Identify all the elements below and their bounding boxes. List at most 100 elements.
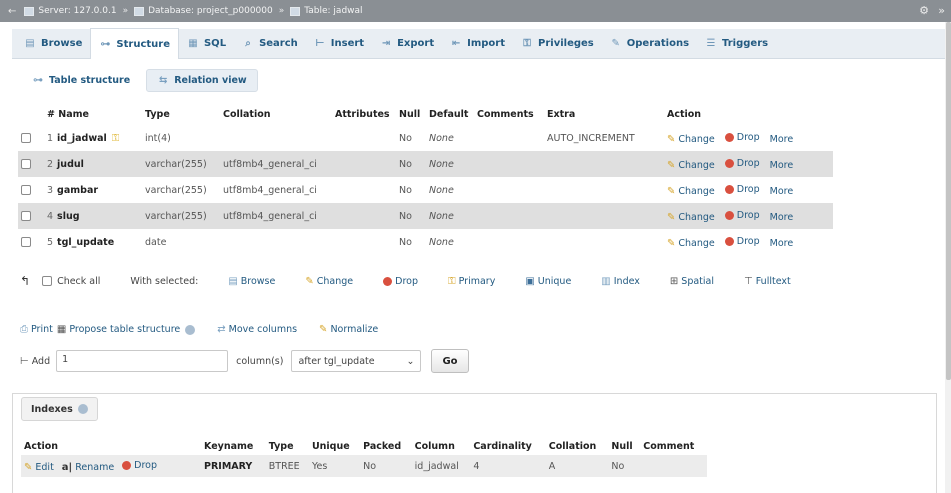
collapse-icon[interactable]: » <box>938 4 945 17</box>
more-button[interactable]: More <box>770 212 794 223</box>
tab-export[interactable]: ⇥ Export <box>372 29 442 59</box>
drop-button[interactable]: Drop <box>724 158 760 169</box>
scrollbar-thumb[interactable] <box>946 22 951 380</box>
more-button[interactable]: More <box>770 238 794 249</box>
subtab-table-structure[interactable]: ⊶ Table structure <box>22 69 140 92</box>
column-extra <box>544 177 664 203</box>
bulk-primary-button[interactable]: ⚿ Primary <box>448 276 495 287</box>
column-position-select[interactable]: after tgl_update ⌄ <box>291 350 422 372</box>
table-row: 5 tgl_update date No None ✎ Change Drop More <box>18 229 833 255</box>
row-checkbox-cell <box>18 203 44 229</box>
breadcrumb-separator: » <box>278 6 285 16</box>
change-button[interactable]: ✎ Change <box>667 134 715 145</box>
tab-sql[interactable]: ▦ SQL <box>179 29 234 59</box>
database-icon <box>134 6 145 16</box>
rename-index-button[interactable]: a| Rename <box>62 462 114 473</box>
add-column-count-input[interactable]: 1 <box>56 350 229 372</box>
breadcrumb-database[interactable]: Database: project_p000000 <box>134 6 273 16</box>
edit-index-button[interactable]: ✎ Edit <box>24 462 54 473</box>
index-collation: A <box>545 455 609 477</box>
row-checkbox[interactable] <box>21 133 31 143</box>
row-checkbox[interactable] <box>21 159 31 169</box>
check-all-checkbox[interactable]: Check all <box>42 276 100 287</box>
row-checkbox[interactable] <box>21 237 31 247</box>
column-null: No <box>396 125 426 151</box>
tab-privileges[interactable]: ⚿ Privileges <box>513 29 602 59</box>
tab-structure[interactable]: ⊶ Structure <box>90 28 179 59</box>
column-collation <box>220 229 332 255</box>
drop-icon <box>724 184 734 194</box>
breadcrumb: ← Server: 127.0.0.1 » Database: project_… <box>0 0 951 22</box>
column-actions: ✎ Change Drop More <box>664 229 833 255</box>
fulltext-icon: ⊤ <box>744 275 753 287</box>
bulk-index-button[interactable]: ▥ Index <box>601 276 640 287</box>
subtab-relation-view[interactable]: ⇆ Relation view <box>146 69 258 92</box>
tab-operations[interactable]: ✎ Operations <box>602 29 697 59</box>
index-type: BTREE <box>265 455 309 477</box>
drop-button[interactable]: Drop <box>724 210 760 221</box>
tab-search[interactable]: ⌕ Search <box>234 29 306 59</box>
column-default: None <box>426 125 474 151</box>
pencil-icon: ✎ <box>305 275 314 287</box>
column-null: No <box>396 177 426 203</box>
column-default: None <box>426 203 474 229</box>
header-select <box>18 103 44 125</box>
change-button[interactable]: ✎ Change <box>667 212 715 223</box>
column-attributes <box>332 177 396 203</box>
column-actions: ✎ Change Drop More <box>664 151 833 177</box>
more-button[interactable]: More <box>770 160 794 171</box>
drop-icon <box>724 210 734 220</box>
back-arrow-icon[interactable]: ← <box>8 6 16 17</box>
gear-icon[interactable]: ⚙ <box>919 4 929 17</box>
bulk-change-button[interactable]: ✎ Change <box>305 276 353 287</box>
chevron-down-icon: ⌄ <box>406 355 415 367</box>
header-action: Action <box>667 108 702 120</box>
more-button[interactable]: More <box>770 186 794 197</box>
tab-triggers[interactable]: ☰ Triggers <box>697 29 776 59</box>
bulk-drop-button[interactable]: Drop <box>383 276 418 287</box>
sql-icon: ▦ <box>188 38 198 49</box>
help-icon[interactable] <box>185 324 196 335</box>
change-button[interactable]: ✎ Change <box>667 160 715 171</box>
normalize-link[interactable]: ✎ Normalize <box>319 324 378 335</box>
bulk-unique-button[interactable]: ▣ Unique <box>525 276 571 287</box>
bulk-browse-button[interactable]: ▤ Browse <box>228 276 275 287</box>
print-link[interactable]: ⎙ Print ▦ Propose table structure <box>20 324 196 335</box>
column-attributes <box>332 151 396 177</box>
table-row: 4 slug varchar(255) utf8mb4_general_ci No… <box>18 203 833 229</box>
bulk-spatial-button[interactable]: ⊞ Spatial <box>670 276 714 287</box>
indexes-toggle[interactable]: Indexes <box>21 397 98 421</box>
row-checkbox[interactable] <box>21 211 31 221</box>
go-button[interactable]: Go <box>431 349 469 373</box>
help-icon[interactable] <box>77 404 88 414</box>
column-attributes <box>332 125 396 151</box>
change-button[interactable]: ✎ Change <box>667 186 715 197</box>
drop-button[interactable]: Drop <box>724 236 760 247</box>
tab-insert[interactable]: ⊢ Insert <box>306 29 372 59</box>
index-comment <box>640 455 707 477</box>
change-button[interactable]: ✎ Change <box>667 238 715 249</box>
move-columns-link[interactable]: ⇄ Move columns <box>217 324 297 335</box>
drop-icon <box>724 236 734 246</box>
drop-button[interactable]: Drop <box>724 184 760 195</box>
breadcrumb-server[interactable]: Server: 127.0.0.1 <box>24 6 117 16</box>
drop-index-button[interactable]: Drop <box>122 460 157 471</box>
indexes-table: Action Keyname Type Unique Packed Column… <box>21 437 707 477</box>
columns-label: column(s) <box>236 355 284 367</box>
bulk-fulltext-button[interactable]: ⊤ Fulltext <box>744 276 791 287</box>
column-attributes <box>332 203 396 229</box>
column-type: varchar(255) <box>142 177 220 203</box>
tab-browse[interactable]: ▤ Browse <box>16 29 90 59</box>
column-extra <box>544 229 664 255</box>
drop-button[interactable]: Drop <box>724 132 760 143</box>
column-null: No <box>396 203 426 229</box>
breadcrumb-table[interactable]: Table: jadwal <box>290 6 363 16</box>
index-cardinality: 4 <box>470 455 546 477</box>
tab-import[interactable]: ⇤ Import <box>442 29 513 59</box>
row-checkbox[interactable] <box>21 185 31 195</box>
column-actions: ✎ Change Drop More <box>664 125 833 151</box>
privileges-icon: ⚿ <box>523 38 531 49</box>
idx-header-cardinality: Cardinality <box>473 440 532 452</box>
more-button[interactable]: More <box>770 134 794 145</box>
drop-icon <box>122 460 132 470</box>
